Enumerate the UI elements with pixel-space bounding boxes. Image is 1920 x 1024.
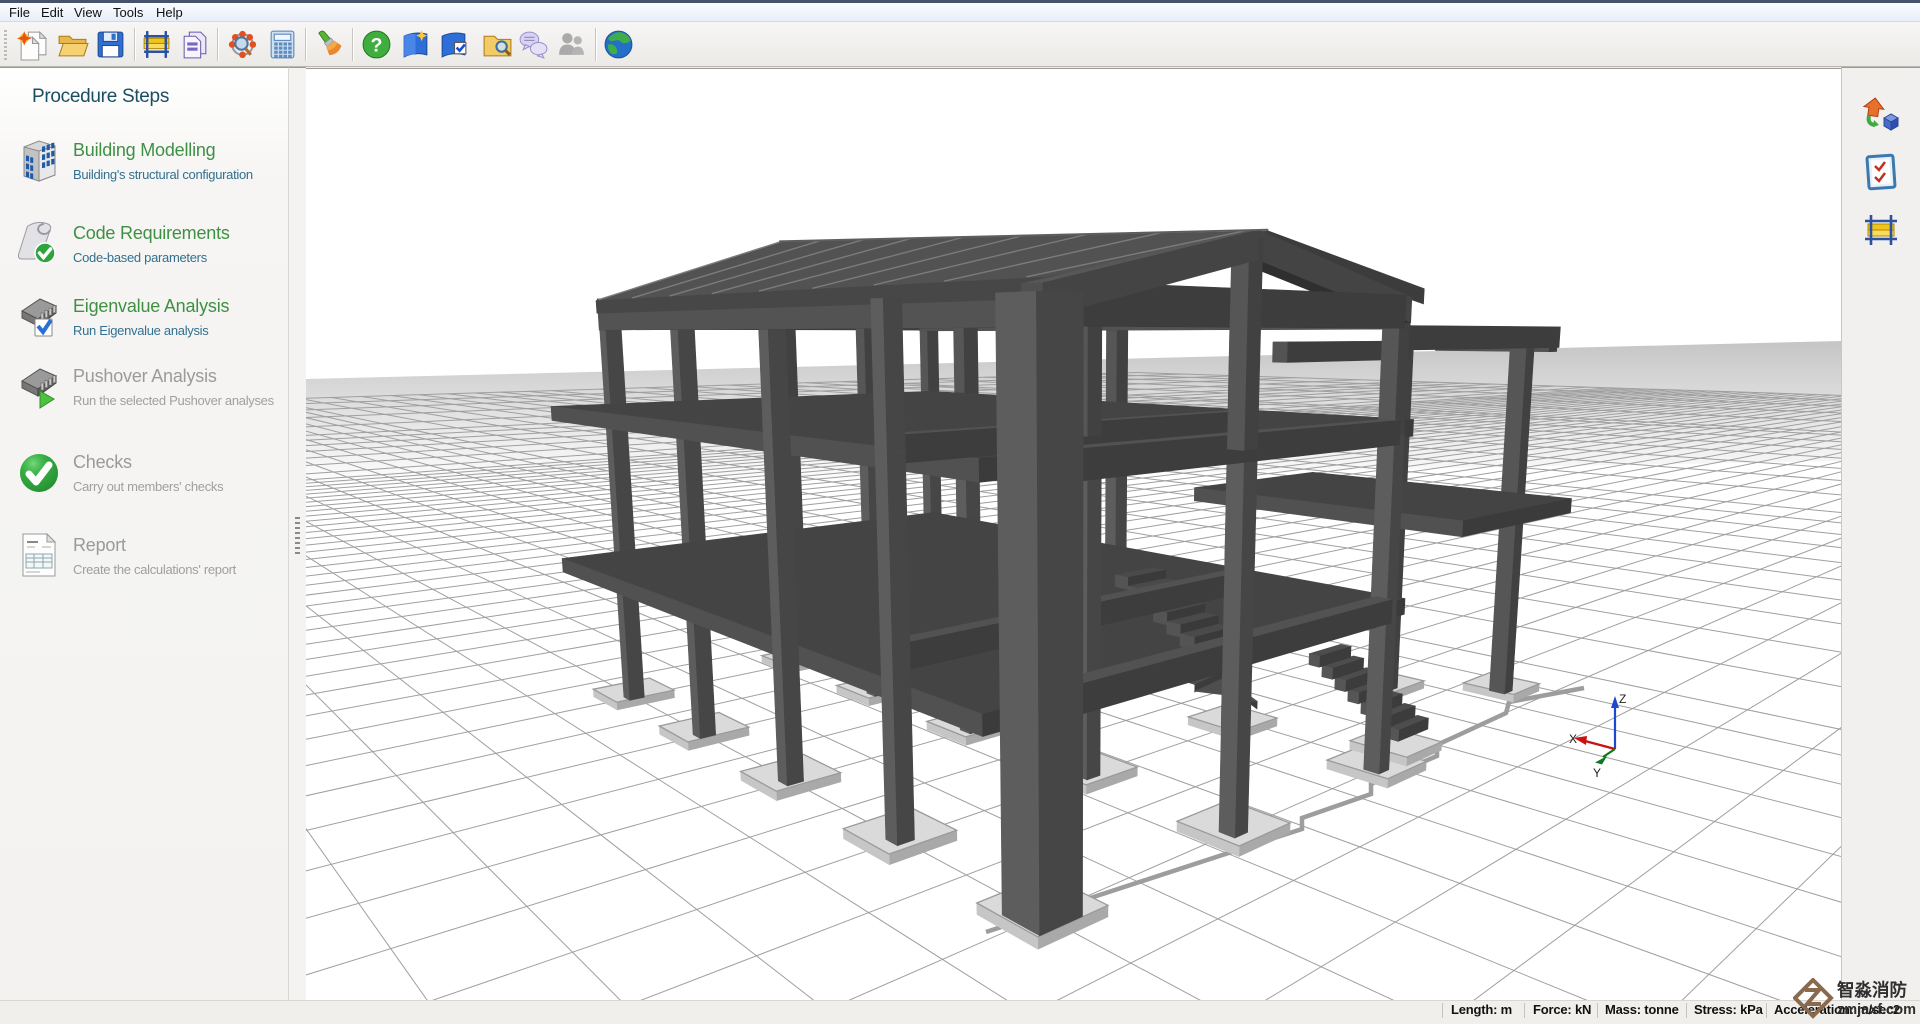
svg-text:Z: Z [1619,692,1626,706]
svg-text:智淼消防: 智淼消防 [1837,980,1907,1000]
svg-text:zmjaxf.com: zmjaxf.com [1837,1002,1916,1018]
svg-text:X: X [1569,732,1577,746]
svg-text:Y: Y [1593,766,1601,780]
svg-text:?: ? [371,35,383,57]
